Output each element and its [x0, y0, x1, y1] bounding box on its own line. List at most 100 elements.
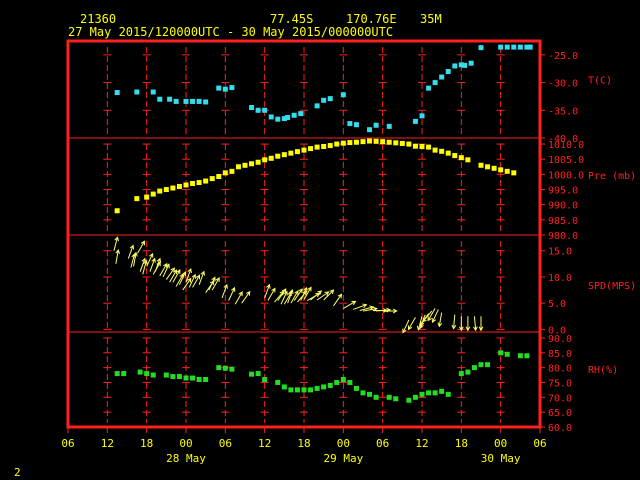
data-point-pres	[222, 170, 228, 176]
wind-arrow	[127, 244, 135, 259]
data-point-pres	[176, 184, 182, 189]
data-point-temp	[222, 86, 228, 92]
wind-arrow	[159, 262, 168, 277]
data-point-temp	[114, 90, 120, 96]
data-point-temp	[216, 85, 222, 91]
data-point-temp	[134, 89, 140, 95]
data-point-rh	[308, 387, 314, 393]
x-tick-label: 00	[494, 437, 507, 450]
data-point-pres	[183, 182, 189, 188]
data-point-rh	[222, 365, 228, 371]
data-point-temp	[150, 89, 156, 95]
data-point-rh	[360, 390, 366, 396]
data-point-rh	[386, 394, 392, 400]
y-tick-label-rh: 75.0	[548, 378, 572, 389]
data-point-rh	[471, 365, 477, 371]
wind-arrow	[402, 319, 410, 334]
data-point-rh	[373, 394, 379, 400]
data-point-pres	[249, 161, 255, 167]
wind-arrow	[162, 263, 170, 278]
data-point-rh	[294, 387, 300, 393]
station-lon: 170.76E	[346, 12, 397, 26]
data-point-pres	[426, 144, 432, 150]
data-point-pres	[281, 152, 287, 158]
data-point-temp	[291, 112, 297, 118]
wind-arrow	[352, 303, 368, 310]
wind-arrow	[274, 290, 285, 303]
data-point-rh	[478, 362, 484, 368]
data-point-rh	[314, 385, 320, 391]
data-point-temp	[340, 92, 346, 98]
data-point-pres	[255, 159, 261, 165]
wind-arrow	[437, 312, 443, 328]
wind-arrow	[451, 314, 457, 330]
wind-arrow-shaft	[274, 291, 284, 303]
data-point-rh	[406, 397, 412, 403]
data-point-pres	[235, 164, 241, 170]
x-tick-label: 18	[297, 437, 310, 450]
data-point-temp	[386, 123, 392, 129]
data-point-temp	[419, 113, 425, 119]
wind-arrow	[113, 236, 119, 251]
data-point-temp	[504, 44, 510, 50]
data-point-pres	[458, 155, 464, 161]
wind-arrow-shaft	[241, 291, 251, 304]
data-point-pres	[465, 157, 471, 163]
data-point-temp	[353, 122, 359, 128]
data-point-rh	[170, 374, 176, 380]
data-point-rh	[412, 394, 418, 400]
data-point-pres	[478, 162, 484, 168]
data-point-pres	[262, 157, 268, 163]
data-point-pres	[134, 196, 140, 202]
y-tick-label-spd: 5.0	[548, 299, 566, 310]
data-point-rh	[301, 387, 307, 393]
data-point-rh	[196, 377, 202, 382]
data-point-rh	[176, 374, 182, 380]
data-point-pres	[386, 139, 392, 145]
meteogram-chart: 21360 77.45S 170.76E 35M 27 May 2015/120…	[14, 12, 636, 479]
y-tick-label-rh: 80.0	[548, 364, 572, 375]
data-point-temp	[157, 96, 163, 102]
data-point-pres	[406, 141, 412, 147]
data-point-pres	[163, 187, 169, 193]
data-point-pres	[504, 168, 510, 174]
wind-arrow	[234, 291, 243, 305]
data-point-pres	[275, 153, 281, 159]
data-point-rh	[255, 371, 261, 377]
data-point-rh	[229, 366, 235, 372]
data-point-temp	[275, 116, 281, 122]
data-point-pres	[367, 138, 373, 144]
data-point-pres	[380, 139, 386, 145]
y-tick-label-pres: 990.0	[548, 201, 578, 212]
data-point-rh	[445, 391, 451, 397]
wind-arrow	[458, 316, 464, 332]
wind-arrow	[241, 290, 251, 304]
data-point-temp	[468, 60, 474, 66]
data-point-pres	[353, 139, 359, 145]
data-point-pres	[511, 170, 517, 176]
data-point-pres	[242, 162, 248, 168]
data-point-pres	[445, 150, 451, 156]
data-point-temp	[285, 114, 291, 120]
data-point-rh	[183, 375, 189, 381]
y-tick-label-rh: 70.0	[548, 393, 572, 404]
data-point-pres	[170, 185, 176, 191]
data-point-pres	[114, 208, 120, 214]
data-point-pres	[452, 153, 458, 159]
data-point-rh	[517, 353, 523, 359]
data-point-temp	[412, 118, 418, 124]
data-point-pres	[209, 176, 215, 182]
data-point-rh	[114, 371, 120, 377]
data-point-pres	[157, 188, 163, 194]
data-point-rh	[281, 384, 287, 390]
x-tick-label: 00	[337, 437, 350, 450]
data-point-pres	[268, 155, 274, 161]
data-point-pres	[216, 173, 222, 179]
station-elevation: 35M	[420, 12, 442, 26]
data-point-pres	[340, 140, 346, 146]
wind-arrow	[267, 287, 276, 301]
data-point-rh	[144, 371, 150, 377]
data-point-rh	[275, 379, 281, 385]
wind-arrow-shaft	[333, 294, 342, 307]
data-point-rh	[150, 372, 156, 378]
